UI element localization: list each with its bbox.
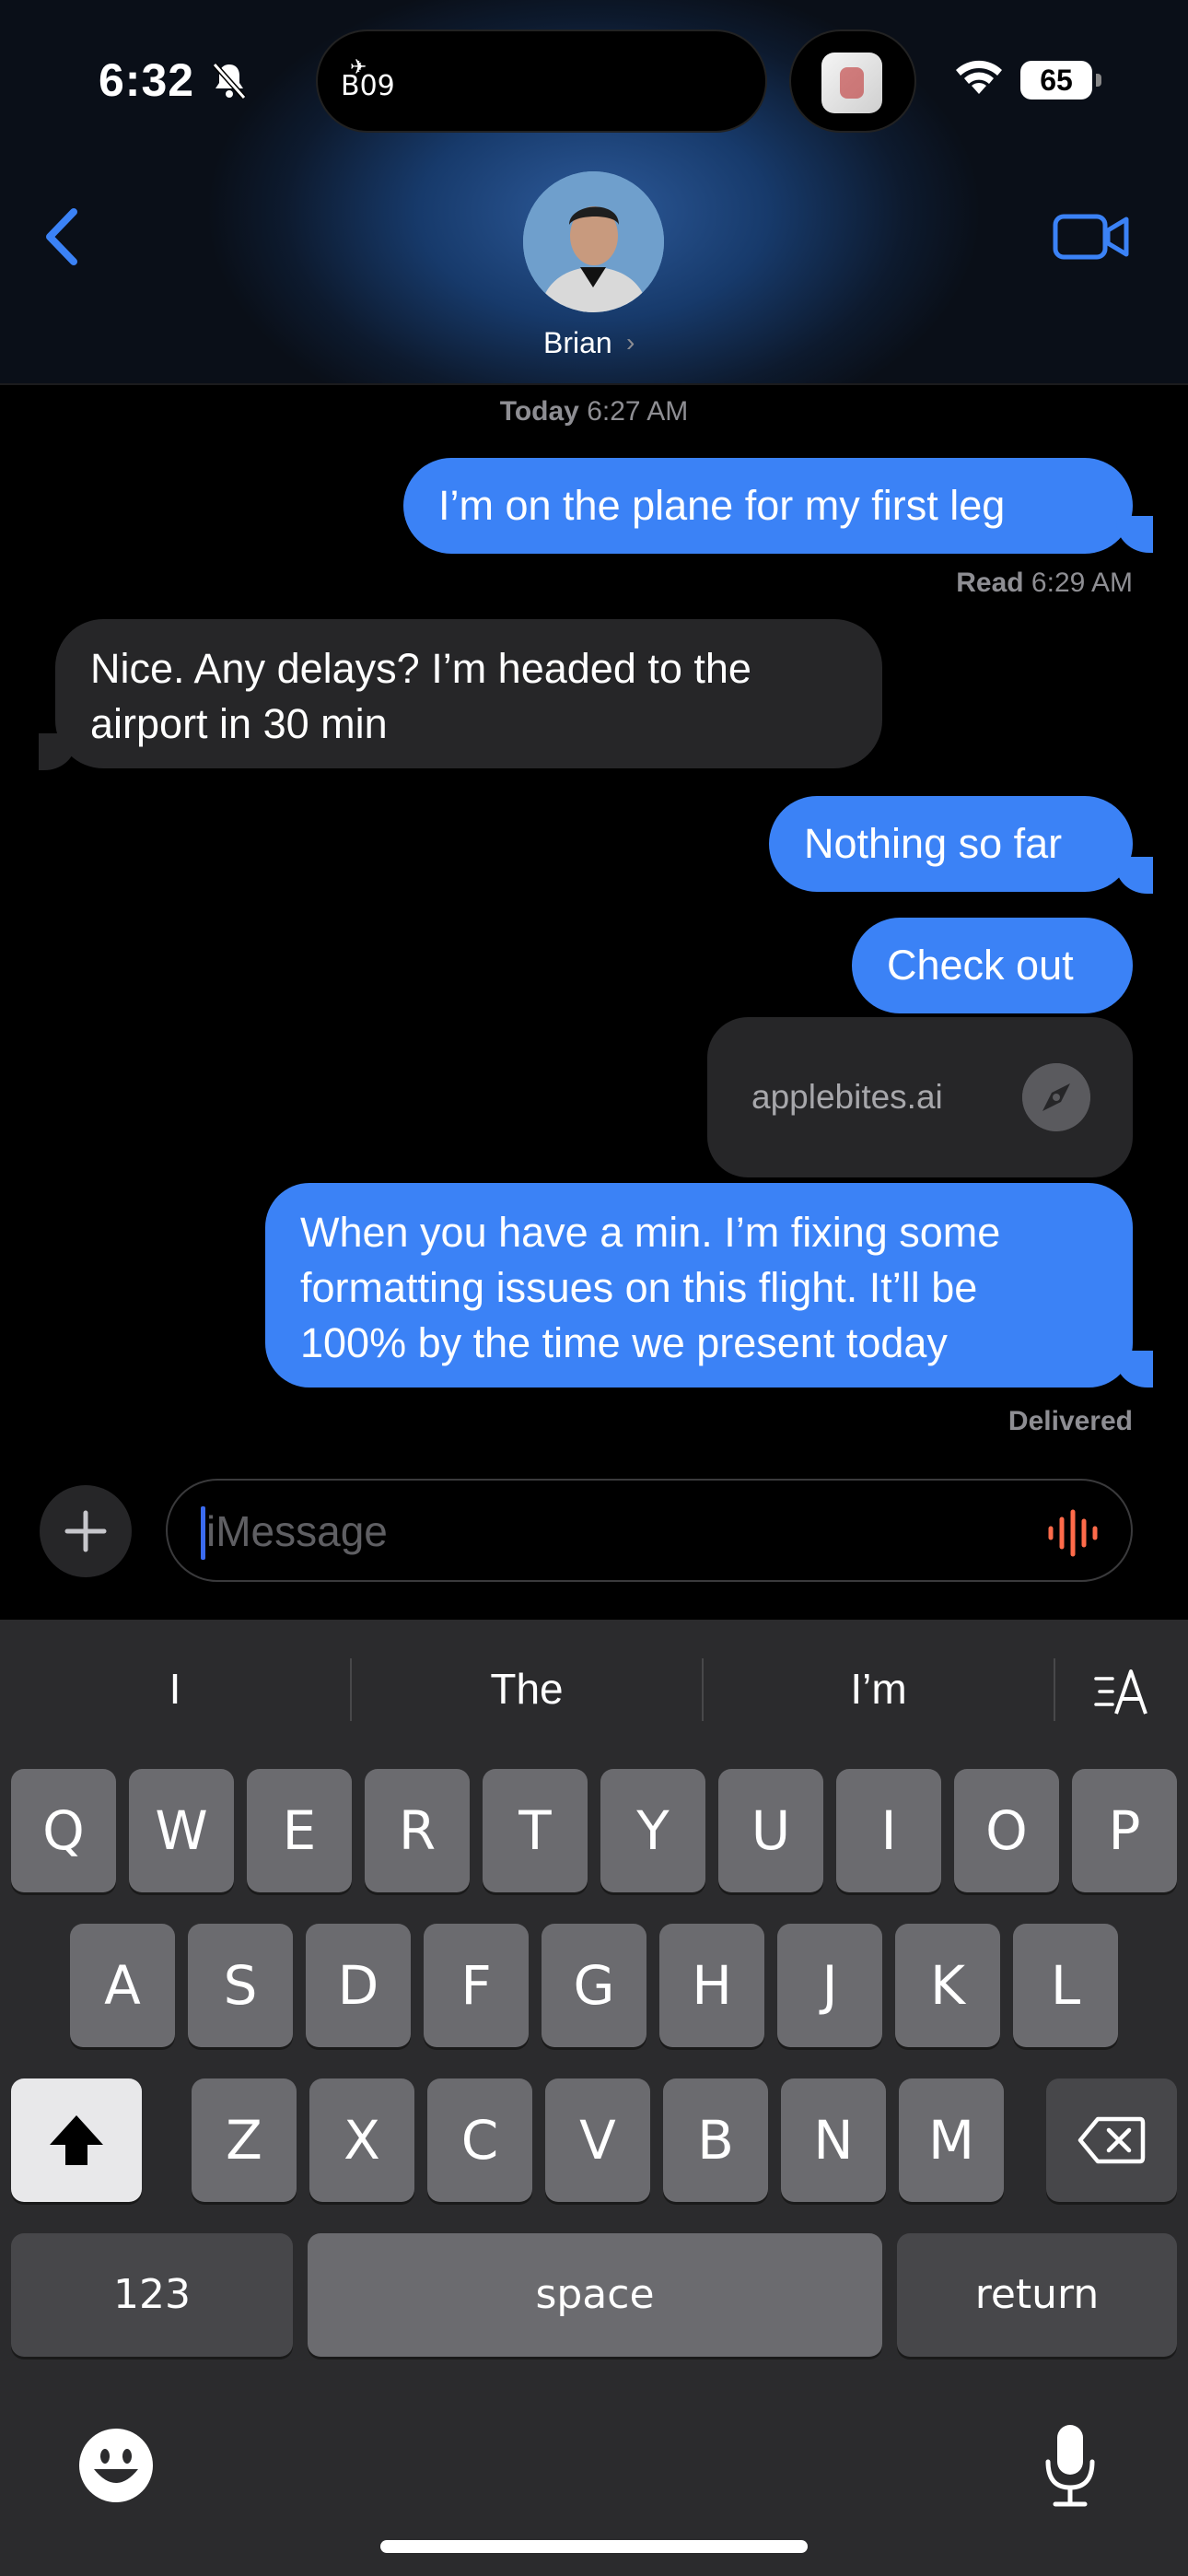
message-text-line: formatting issues on this flight. It’ll … — [300, 1264, 978, 1311]
audio-waveform-icon[interactable] — [1046, 1508, 1100, 1558]
apps-plus-button[interactable] — [40, 1485, 132, 1577]
live-activity-app-icon — [821, 53, 882, 113]
key-p[interactable]: P — [1072, 1769, 1177, 1892]
bell-slash-icon — [212, 63, 247, 100]
key-j[interactable]: J — [777, 1924, 882, 2047]
avatar-portrait-icon — [523, 171, 664, 312]
key-q[interactable]: Q — [11, 1769, 116, 1892]
key-a[interactable]: A — [70, 1924, 175, 2047]
bubble-tail — [1116, 857, 1153, 894]
key-n[interactable]: N — [781, 2078, 886, 2202]
suggestion-divider — [1054, 1658, 1055, 1721]
keyboard: I The I’m Q W E R T Y U I O P A S D F G … — [0, 1620, 1188, 2576]
key-m[interactable]: M — [899, 2078, 1004, 2202]
gate-label: B09 — [341, 70, 395, 102]
incoming-message[interactable]: Nice. Any delays? I’m headed to the airp… — [55, 619, 882, 768]
safari-compass-icon — [1022, 1063, 1090, 1131]
key-d[interactable]: D — [306, 1924, 411, 2047]
outgoing-message[interactable]: When you have a min. I’m fixing some for… — [265, 1183, 1133, 1388]
return-key[interactable]: return — [897, 2233, 1177, 2357]
key-v[interactable]: V — [545, 2078, 650, 2202]
key-g[interactable]: G — [542, 1924, 646, 2047]
message-text: Check out — [887, 942, 1074, 989]
message-text: Nothing so far — [804, 820, 1063, 867]
battery-indicator: 65 — [1020, 61, 1092, 100]
key-r[interactable]: R — [365, 1769, 470, 1892]
read-time: 6:29 AM — [1031, 568, 1133, 598]
suggestion-2[interactable]: The — [352, 1664, 702, 1714]
contact-chevron-icon: › — [626, 328, 635, 357]
timestamp-day: Today — [499, 396, 579, 427]
outgoing-message[interactable]: Check out — [852, 918, 1133, 1013]
backspace-key[interactable] — [1046, 2078, 1177, 2202]
key-f[interactable]: F — [424, 1924, 529, 2047]
bubble-tail — [39, 733, 76, 770]
key-h[interactable]: H — [659, 1924, 764, 2047]
key-x[interactable]: X — [309, 2078, 414, 2202]
read-label: Read — [956, 568, 1024, 598]
dictation-mic-icon[interactable] — [1041, 2421, 1100, 2510]
suggestion-3[interactable]: I’m — [704, 1664, 1054, 1714]
delivered-status: Delivered — [1007, 1406, 1133, 1436]
back-chevron-icon[interactable] — [41, 205, 85, 269]
conversation-timestamp: Today 6:27 AM — [0, 396, 1188, 427]
message-text-line: Nice. Any delays? I’m headed to the — [90, 645, 751, 692]
key-b[interactable]: B — [663, 2078, 768, 2202]
key-w[interactable]: W — [129, 1769, 234, 1892]
bubble-tail — [1116, 516, 1153, 553]
key-t[interactable]: T — [483, 1769, 588, 1892]
home-indicator[interactable] — [380, 2540, 808, 2553]
outgoing-message[interactable]: Nothing so far — [769, 796, 1133, 892]
message-text-line: When you have a min. I’m fixing some — [300, 1209, 1001, 1256]
key-u[interactable]: U — [718, 1769, 823, 1892]
wifi-icon — [956, 60, 1002, 94]
message-text-line: airport in 30 min — [90, 700, 388, 747]
key-l[interactable]: L — [1013, 1924, 1118, 2047]
contact-avatar[interactable] — [523, 171, 664, 312]
link-domain: applebites.ai — [751, 1078, 943, 1116]
key-c[interactable]: C — [427, 2078, 532, 2202]
key-z[interactable]: Z — [192, 2078, 297, 2202]
backspace-icon — [1077, 2116, 1146, 2164]
emoji-icon[interactable] — [77, 2427, 155, 2504]
message-text-line: 100% by the time we present today — [300, 1319, 948, 1366]
contact-name[interactable]: Brian — [543, 326, 612, 360]
input-placeholder: iMessage — [206, 1507, 388, 1555]
plus-icon — [64, 1510, 107, 1552]
space-key[interactable]: space — [308, 2233, 882, 2357]
imessage-input[interactable]: iMessage — [166, 1479, 1133, 1582]
suggestion-1[interactable]: I — [0, 1664, 350, 1714]
text-format-icon[interactable] — [1092, 1664, 1151, 1719]
timestamp-time: 6:27 AM — [587, 396, 689, 427]
video-call-icon[interactable] — [1053, 210, 1130, 263]
key-i[interactable]: I — [836, 1769, 941, 1892]
message-text: I’m on the plane for my first leg — [438, 482, 1006, 529]
key-o[interactable]: O — [954, 1769, 1059, 1892]
battery-tip — [1096, 74, 1101, 87]
key-s[interactable]: S — [188, 1924, 293, 2047]
bubble-tail — [1116, 1351, 1153, 1388]
text-caret — [201, 1506, 205, 1560]
link-preview-card[interactable]: applebites.ai — [707, 1017, 1133, 1177]
shift-key[interactable] — [11, 2078, 142, 2202]
key-e[interactable]: E — [247, 1769, 352, 1892]
key-y[interactable]: Y — [600, 1769, 705, 1892]
read-receipt: Read 6:29 AM — [829, 568, 1133, 599]
outgoing-message[interactable]: I’m on the plane for my first leg — [403, 458, 1133, 554]
key-k[interactable]: K — [895, 1924, 1000, 2047]
numbers-key[interactable]: 123 — [11, 2233, 293, 2357]
status-time: 6:32 — [99, 54, 195, 106]
shift-arrow-icon — [50, 2115, 103, 2165]
